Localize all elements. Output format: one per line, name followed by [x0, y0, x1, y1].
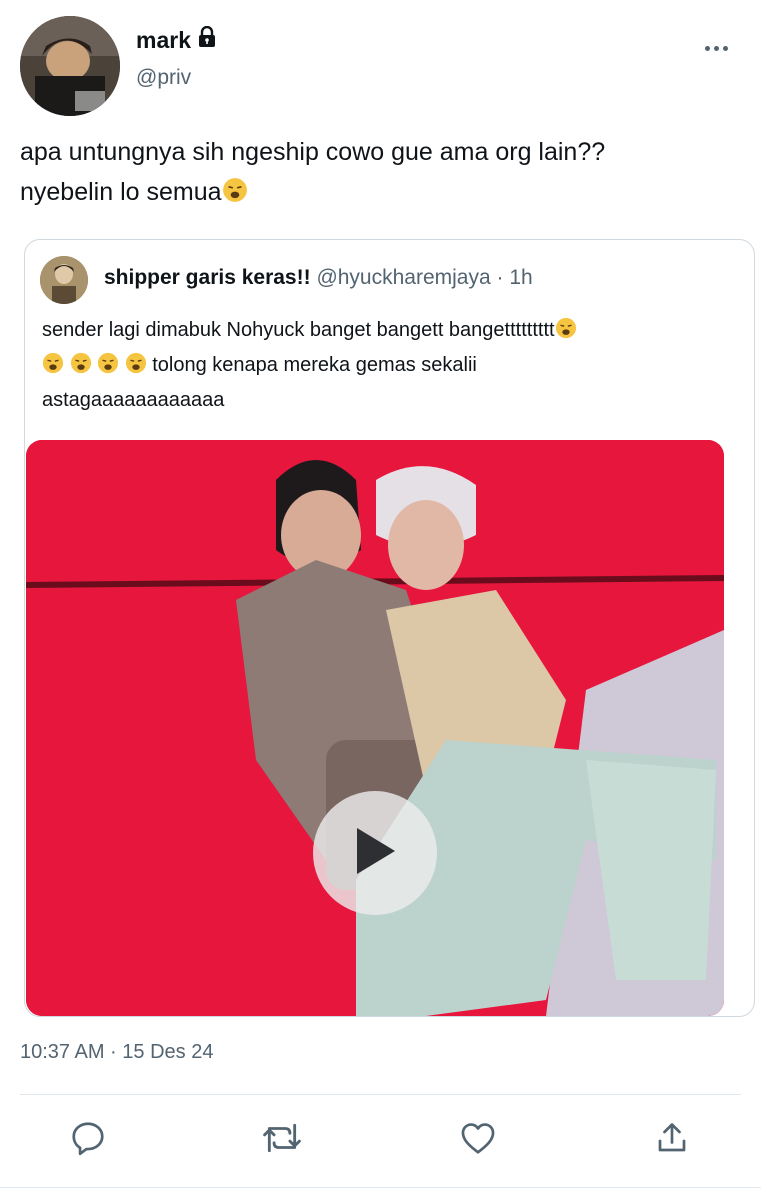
quote-author-handle[interactable]: @hyuckharemjaya	[316, 266, 490, 289]
play-icon	[351, 824, 399, 883]
author-avatar[interactable]	[20, 16, 120, 116]
tweet-line-2-wrap: nyebelin lo semua	[20, 172, 740, 212]
quote-line-1-wrap: sender lagi dimabuk Nohyuck banget bange…	[42, 313, 732, 348]
share-icon	[654, 1119, 690, 1162]
quote-separator: ·	[496, 266, 504, 289]
divider	[20, 1094, 741, 1095]
tweet-timestamp[interactable]: 10:37 AM · 15 Des 24	[20, 1041, 213, 1064]
like-button[interactable]	[458, 1120, 498, 1160]
quote-line-1: sender lagi dimabuk Nohyuck banget bange…	[42, 319, 555, 341]
quote-line-2-wrap: tolong kenapa mereka gemas sekalii	[42, 348, 732, 383]
author-name-row[interactable]: mark	[136, 25, 217, 54]
weary-face-emoji	[97, 351, 119, 374]
reply-button[interactable]	[68, 1120, 108, 1160]
weary-face-emoji	[125, 351, 147, 374]
author-handle[interactable]: @priv	[136, 66, 191, 90]
share-button[interactable]	[652, 1120, 692, 1160]
tweet-line-2: nyebelin lo semua	[20, 178, 222, 206]
author-name[interactable]: mark	[136, 27, 191, 54]
quote-author-avatar[interactable]	[40, 256, 88, 304]
weary-face-emoji	[70, 351, 92, 374]
quote-time[interactable]: 1h	[509, 266, 532, 289]
quote-line-3: astagaaaaaaaaaaaa	[42, 389, 225, 411]
weary-face-emoji	[42, 351, 64, 374]
quote-header: shipper garis keras!! @hyuckharemjaya · …	[104, 266, 533, 290]
retweet-button[interactable]	[262, 1120, 302, 1160]
quote-text: sender lagi dimabuk Nohyuck banget bange…	[42, 313, 732, 418]
video-thumbnail[interactable]	[26, 440, 724, 1016]
retweet-icon	[261, 1119, 303, 1162]
more-options-icon[interactable]	[705, 38, 735, 58]
quote-author-name[interactable]: shipper garis keras!!	[104, 266, 311, 289]
heart-icon	[459, 1119, 497, 1162]
tweet-text: apa untungnya sih ngeship cowo gue ama o…	[20, 132, 740, 212]
bottom-divider	[0, 1187, 761, 1188]
play-button[interactable]	[313, 791, 437, 915]
reply-icon	[69, 1119, 107, 1162]
weary-face-emoji	[555, 316, 577, 339]
tweet-line-1: apa untungnya sih ngeship cowo gue ama o…	[20, 138, 606, 166]
quote-line-2: tolong kenapa mereka gemas sekalii	[152, 354, 477, 376]
lock-icon	[197, 25, 217, 54]
weary-face-emoji	[222, 175, 248, 202]
